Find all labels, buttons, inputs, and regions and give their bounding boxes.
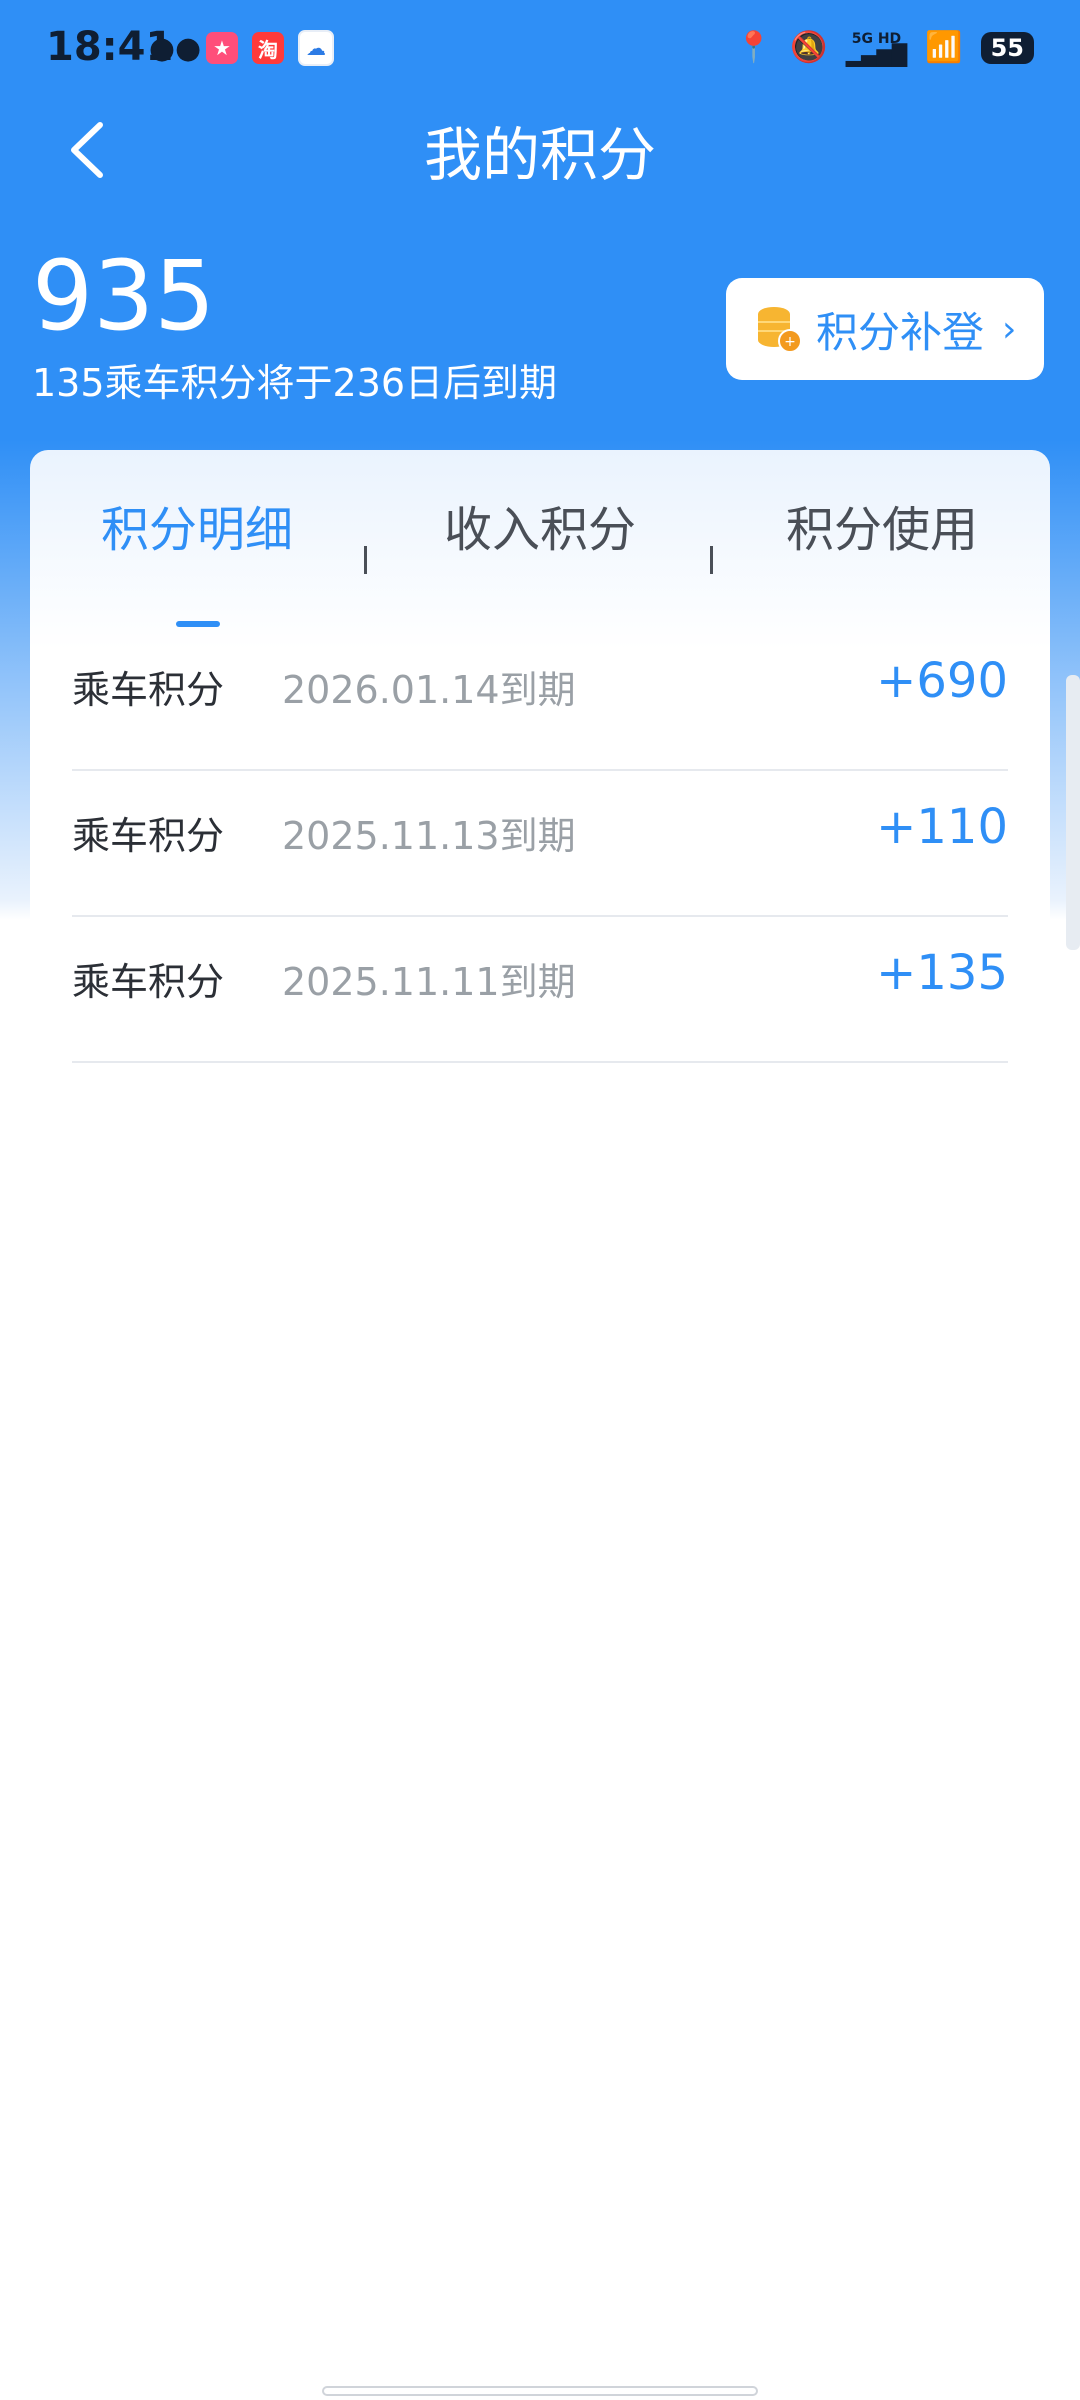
entry-amount: +690 bbox=[876, 653, 1008, 709]
home-indicator[interactable] bbox=[322, 2386, 758, 2396]
mute-bell-icon: 🔕 bbox=[790, 30, 828, 65]
list-item[interactable]: 乘车积分 2025.11.11到期 +135 bbox=[72, 917, 1008, 1063]
entry-expire-date: 2025.11.13到期 bbox=[282, 814, 576, 858]
wechat-icon: ●● bbox=[148, 30, 202, 66]
list-item[interactable]: 乘车积分 2025.11.13到期 +110 bbox=[72, 771, 1008, 917]
battery-indicator: 55 bbox=[980, 31, 1034, 64]
wifi-icon: 📶 bbox=[925, 30, 963, 65]
scrollbar[interactable] bbox=[1066, 675, 1080, 950]
entry-label: 乘车积分 bbox=[72, 668, 225, 712]
red-app-icon: ★ bbox=[206, 32, 238, 64]
page-title: 我的积分 bbox=[423, 121, 656, 189]
entry-expire-date: 2026.01.14到期 bbox=[282, 668, 576, 712]
entry-label: 乘车积分 bbox=[72, 960, 225, 1004]
svg-text:+: + bbox=[784, 334, 796, 350]
chevron-right-icon: › bbox=[1002, 308, 1017, 350]
tab-divider bbox=[364, 546, 367, 574]
status-bar: 18:41 ●● ★ 淘 ☁ 📍 🔕 5G HD ▂▄▆█ 📶 55 bbox=[0, 0, 1080, 100]
entry-amount: +110 bbox=[876, 799, 1008, 855]
tab-income-points[interactable]: 收入积分 bbox=[444, 490, 636, 560]
signal-group: 5G HD ▂▄▆█ bbox=[845, 32, 908, 67]
list-item[interactable]: 乘车积分 2026.01.14到期 +690 bbox=[72, 625, 1008, 771]
coins-icon: + bbox=[754, 304, 804, 354]
cloud-app-icon: ☁ bbox=[298, 30, 334, 66]
entry-amount: +135 bbox=[876, 945, 1008, 1001]
tab-points-usage[interactable]: 积分使用 bbox=[786, 490, 978, 560]
notification-app-icons: ●● ★ 淘 ☁ bbox=[148, 30, 334, 66]
entry-label: 乘车积分 bbox=[72, 814, 225, 858]
tab-bar: 积分明细 收入积分 积分使用 bbox=[30, 490, 1050, 627]
points-list: 乘车积分 2026.01.14到期 +690 乘车积分 2025.11.13到期… bbox=[72, 625, 1008, 1063]
points-total: 935 bbox=[32, 240, 216, 352]
entry-expire-date: 2025.11.11到期 bbox=[282, 960, 576, 1004]
points-makeup-button[interactable]: + 积分补登 › bbox=[726, 278, 1044, 380]
makeup-label: 积分补登 bbox=[816, 307, 985, 357]
expire-note: 135乘车积分将于236日后到期 bbox=[32, 361, 558, 405]
taobao-icon: 淘 bbox=[252, 32, 284, 64]
tab-divider bbox=[710, 546, 713, 574]
tab-points-detail[interactable]: 积分明细 bbox=[101, 490, 293, 560]
signal-bars-icon: ▂▄▆█ bbox=[845, 42, 908, 67]
location-icon: 📍 bbox=[734, 30, 773, 65]
system-icons: 📍 🔕 5G HD ▂▄▆█ 📶 55 bbox=[735, 30, 1034, 65]
